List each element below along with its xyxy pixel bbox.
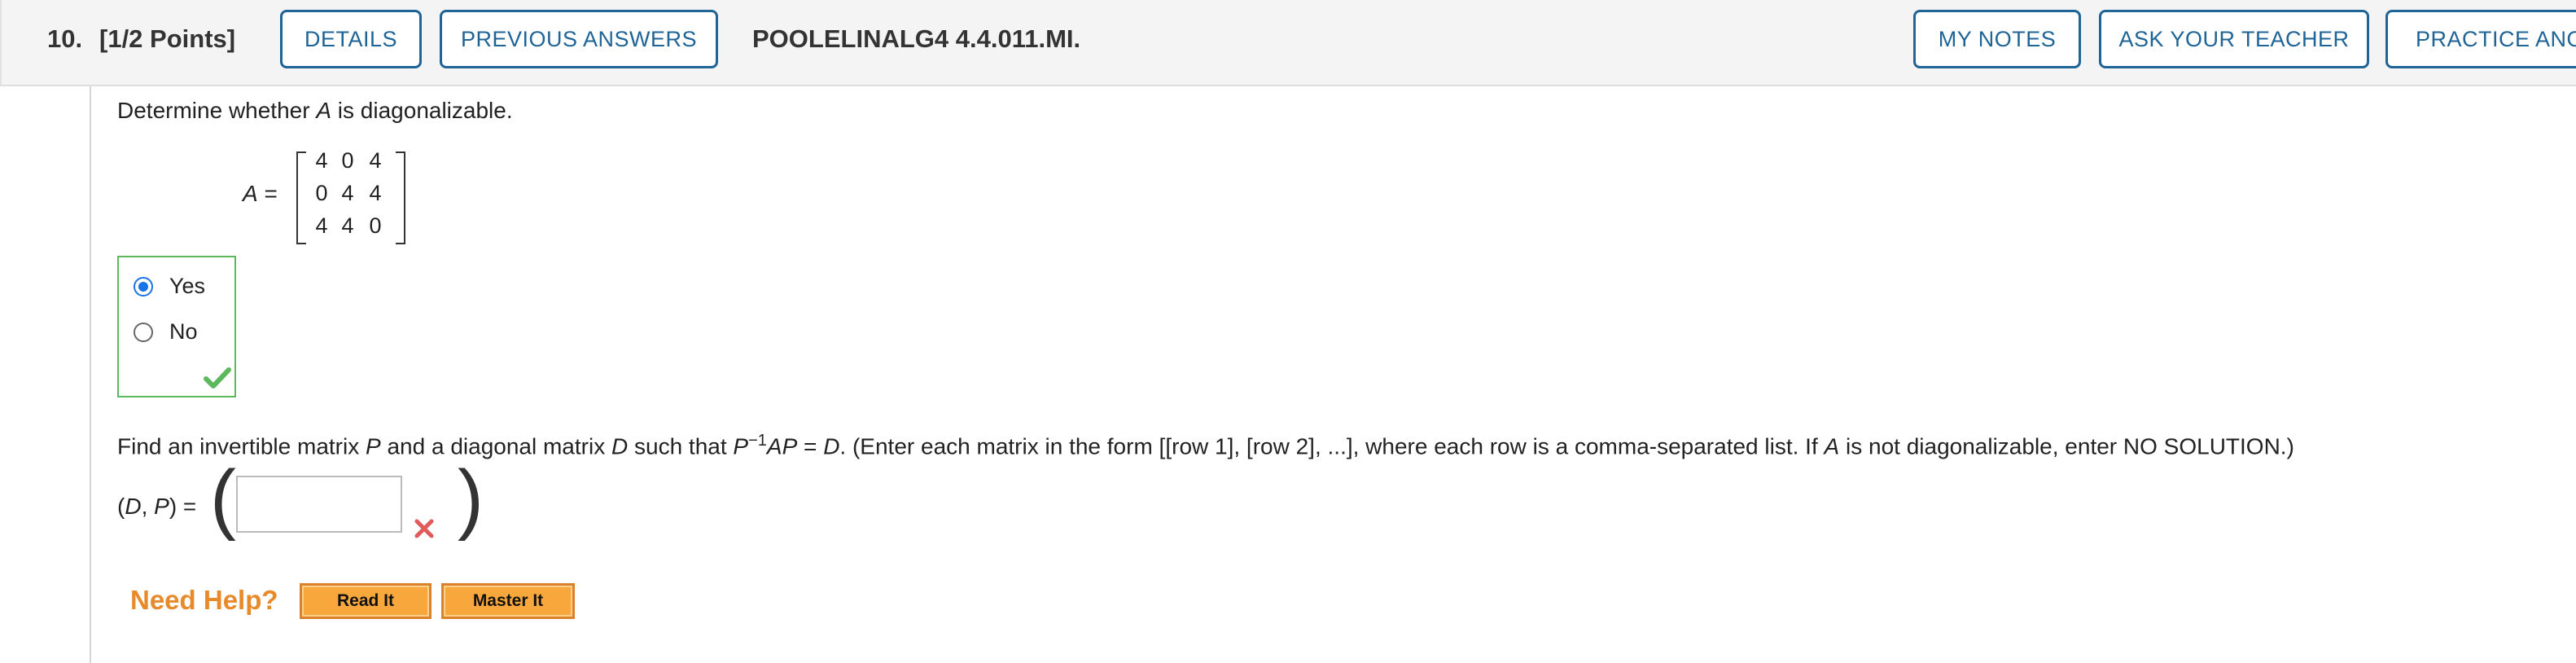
matrix-cell: 0: [315, 181, 328, 205]
matrix-label: A =: [243, 181, 278, 206]
matrix-cell: 4: [315, 213, 328, 238]
matrix-right-bracket: [396, 151, 405, 244]
matrix-cell: 4: [341, 213, 354, 238]
matrix-cell: 0: [369, 213, 382, 238]
left-paren: (: [210, 454, 236, 542]
question-code: POOLELINALG4 4.4.011.MI.: [752, 24, 1081, 53]
previous-answers-button[interactable]: PREVIOUS ANSWERS: [440, 10, 718, 68]
question-number: 10.: [47, 24, 83, 53]
master-it-button[interactable]: Master It: [441, 583, 575, 619]
matrix-cell: 4: [369, 181, 382, 205]
practice-another-button[interactable]: PRACTICE ANO: [2385, 10, 2576, 68]
answer-label: (D, P) =: [117, 494, 197, 519]
matrix-cell: 4: [315, 148, 328, 173]
question-header: 10. [1/2 Points] DETAILS PREVIOUS ANSWER…: [0, 0, 2576, 86]
no-label[interactable]: No: [169, 319, 198, 345]
need-help-label: Need Help?: [130, 585, 278, 615]
diagonalizable-prompt: Determine whether A is diagonalizable.: [117, 98, 513, 123]
x-icon: [414, 519, 434, 538]
invertible-matrix-prompt: Find an invertible matrix P and a diagon…: [117, 432, 2294, 459]
question-body: Determine whether A is diagonalizable. A…: [90, 86, 2576, 663]
no-radio[interactable]: [134, 323, 153, 342]
yes-label[interactable]: Yes: [169, 274, 205, 299]
matrix-cell: 4: [341, 181, 354, 205]
my-notes-button[interactable]: MY NOTES: [1913, 10, 2081, 68]
ask-your-teacher-button[interactable]: ASK YOUR TEACHER: [2099, 10, 2369, 68]
question-points: [1/2 Points]: [99, 24, 236, 53]
right-paren: ): [458, 454, 484, 542]
yes-radio[interactable]: [134, 277, 153, 296]
dp-answer-input[interactable]: [236, 476, 402, 533]
diagonalizable-answer-box: Yes No: [117, 256, 236, 397]
matrix-left-bracket: [296, 151, 306, 244]
details-button[interactable]: DETAILS: [280, 10, 422, 68]
matrix-cell: 0: [341, 148, 354, 173]
matrix-cell: 4: [369, 148, 382, 173]
check-icon: [204, 367, 231, 389]
read-it-button[interactable]: Read It: [300, 583, 432, 619]
